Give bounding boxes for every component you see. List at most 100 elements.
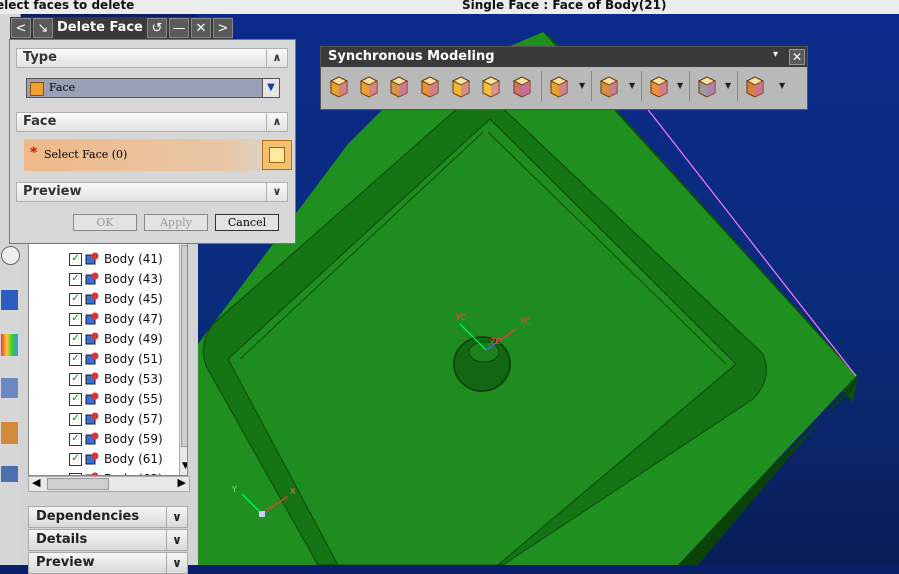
part-navigator-icon[interactable] xyxy=(1,290,18,310)
close-icon[interactable]: ✕ xyxy=(191,18,211,38)
required-asterisk: * xyxy=(30,145,38,161)
visibility-checkbox[interactable]: ✓ xyxy=(69,373,82,386)
visibility-checkbox[interactable]: ✓ xyxy=(69,333,82,346)
tree-row[interactable]: ✓ Body (45) xyxy=(29,289,169,309)
dropdown-arrow-icon[interactable]: ▼ xyxy=(779,81,785,90)
face-section-header[interactable]: Face ∧ xyxy=(16,112,288,132)
dropdown-arrow-icon[interactable]: ▼ xyxy=(579,81,585,90)
apply-button[interactable]: Apply xyxy=(144,214,208,231)
visibility-checkbox[interactable]: ✓ xyxy=(69,393,82,406)
roles-icon[interactable] xyxy=(1,422,18,444)
resize-blend-icon[interactable] xyxy=(449,73,473,99)
scroll-right-icon[interactable]: ▶ xyxy=(178,476,186,489)
minimize-icon[interactable]: — xyxy=(169,18,189,38)
close-icon[interactable]: ✕ xyxy=(789,49,805,65)
pin-icon[interactable]: ↘ xyxy=(33,18,53,38)
body-icon xyxy=(85,372,99,385)
visibility-checkbox[interactable]: ✓ xyxy=(69,273,82,286)
chevron-down-icon[interactable]: ▼ xyxy=(262,79,279,97)
body-icon xyxy=(85,292,99,305)
tree-row-label: Body (53) xyxy=(104,372,163,386)
triad-yc-label: YC xyxy=(455,313,466,322)
preview-section-header[interactable]: Preview ∨ xyxy=(16,182,288,202)
status-prompt: elect faces to delete xyxy=(0,0,135,12)
type-select[interactable]: Face ▼ xyxy=(26,78,280,98)
toolbar-titlebar[interactable]: Synchronous Modeling ▾ ✕ xyxy=(321,47,807,67)
constrain-face-icon[interactable] xyxy=(597,73,621,99)
visibility-checkbox[interactable]: ✓ xyxy=(69,433,82,446)
visibility-checkbox[interactable]: ✓ xyxy=(69,253,82,266)
visibility-checkbox[interactable]: ✓ xyxy=(69,293,82,306)
toolbar-options-icon[interactable]: ▾ xyxy=(773,49,778,60)
tree-vertical-scrollbar[interactable]: ▼ xyxy=(179,243,187,475)
tree-row[interactable]: ✓ Body (57) xyxy=(29,409,169,429)
assembly-icon[interactable] xyxy=(1,378,18,398)
web-browser-icon[interactable] xyxy=(1,466,18,482)
resize-face-icon[interactable] xyxy=(479,73,503,99)
details-panel[interactable]: Details ∨ xyxy=(28,529,188,551)
tree-row[interactable]: ✓ Body (49) xyxy=(29,329,169,349)
palette-icon[interactable] xyxy=(1,334,18,356)
dependencies-panel[interactable]: Dependencies ∨ xyxy=(28,506,188,528)
navigator-tree: ✓ Body (41) ✓ Body (43) ✓ Body (45) ✓ Body (47)… xyxy=(28,242,188,476)
tree-row-label: Body (43) xyxy=(104,272,163,286)
chevron-down-icon: ∨ xyxy=(266,183,287,201)
dropdown-arrow-icon[interactable]: ▼ xyxy=(677,81,683,90)
back-arrow-icon[interactable]: < xyxy=(11,18,31,38)
reset-icon[interactable]: ↺ xyxy=(147,18,167,38)
body-icon xyxy=(85,312,99,325)
tree-row[interactable]: ✓ Body (41) xyxy=(29,249,169,269)
tree-row-label: Body (61) xyxy=(104,452,163,466)
chevron-up-icon: ∧ xyxy=(266,113,287,131)
move-face-icon[interactable] xyxy=(327,73,351,99)
status-bar: elect faces to delete Single Face : Face… xyxy=(0,0,899,14)
copy-face-icon[interactable] xyxy=(547,73,571,99)
corner-x-label: X xyxy=(290,487,296,496)
body-icon xyxy=(85,412,99,425)
cross-section-icon[interactable] xyxy=(743,73,767,99)
ok-button[interactable]: OK xyxy=(73,214,137,231)
status-selection-info: Single Face : Face of Body(21) xyxy=(462,0,667,12)
dropdown-arrow-icon[interactable]: ▼ xyxy=(629,81,635,90)
body-icon xyxy=(85,352,99,365)
pull-face-icon[interactable] xyxy=(357,73,381,99)
tree-row-label: Body (51) xyxy=(104,352,163,366)
tree-row[interactable]: ✓ Body (47) xyxy=(29,309,169,329)
tree-row[interactable]: ✓ Body (51) xyxy=(29,349,169,369)
tree-row-label: Body (59) xyxy=(104,432,163,446)
visibility-checkbox[interactable]: ✓ xyxy=(69,413,82,426)
select-face-row[interactable]: * Select Face (0) xyxy=(24,139,292,171)
preview-panel[interactable]: Preview ∨ xyxy=(28,552,188,574)
tree-row[interactable]: ✓ Body (59) xyxy=(29,429,169,449)
offset-region-icon[interactable] xyxy=(387,73,411,99)
tree-row[interactable]: ✓ Body (43) xyxy=(29,269,169,289)
chevron-down-icon: ∨ xyxy=(166,507,187,527)
forward-arrow-icon[interactable]: > xyxy=(213,18,233,38)
select-face-cube-icon[interactable] xyxy=(262,140,292,170)
tree-row-label: Body (57) xyxy=(104,412,163,426)
shell-body-icon[interactable] xyxy=(695,73,719,99)
type-section-header[interactable]: Type ∧ xyxy=(16,48,288,68)
visibility-checkbox[interactable]: ✓ xyxy=(69,353,82,366)
tree-row-label: Body (45) xyxy=(104,292,163,306)
dialog-titlebar[interactable]: < ↘ Delete Face ↺ — ✕ > xyxy=(10,17,233,39)
triad-xc-label: XC xyxy=(520,317,531,326)
visibility-checkbox[interactable]: ✓ xyxy=(69,313,82,326)
tree-row[interactable]: ✓ Body (55) xyxy=(29,389,169,409)
tree-row[interactable]: ✓Body (63) xyxy=(29,469,169,475)
scroll-left-icon[interactable]: ◀ xyxy=(32,476,40,489)
visibility-checkbox[interactable]: ✓ xyxy=(69,453,82,466)
tree-horizontal-scrollbar[interactable]: ◀ ▶ xyxy=(28,476,190,492)
body-icon xyxy=(85,452,99,465)
tree-row[interactable]: ✓ Body (61) xyxy=(29,449,169,469)
history-clock-icon[interactable] xyxy=(1,246,20,265)
dropdown-arrow-icon[interactable]: ▼ xyxy=(725,81,731,90)
scroll-down-icon[interactable]: ▼ xyxy=(182,461,187,471)
replace-face-icon[interactable] xyxy=(418,73,442,99)
delete-face-icon[interactable] xyxy=(510,73,534,99)
relate-face-icon[interactable] xyxy=(647,73,671,99)
tree-row[interactable]: ✓ Body (53) xyxy=(29,369,169,389)
cancel-button[interactable]: Cancel xyxy=(215,214,279,231)
tree-row-label: Body (47) xyxy=(104,312,163,326)
tree-row-label: Body (41) xyxy=(104,252,163,266)
